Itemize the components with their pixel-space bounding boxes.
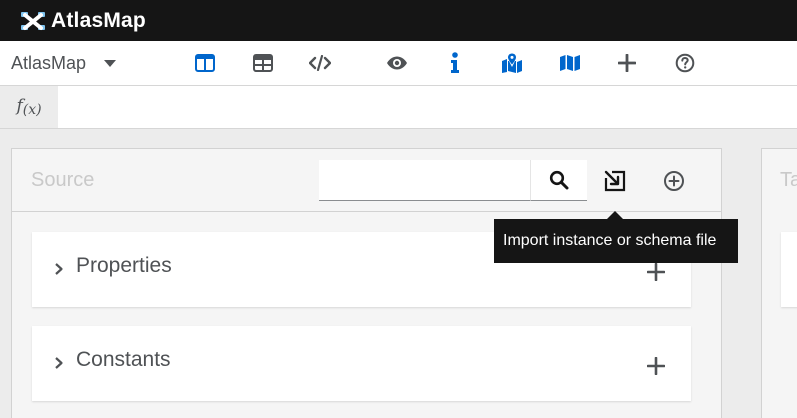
tooltip-arrow bbox=[607, 211, 623, 219]
columns-view-button[interactable] bbox=[192, 51, 218, 75]
import-tooltip: Import instance or schema file bbox=[494, 219, 738, 263]
info-icon bbox=[451, 52, 459, 73]
add-constant-button[interactable] bbox=[644, 354, 668, 378]
target-section[interactable] bbox=[781, 232, 797, 307]
map-marked-icon bbox=[502, 53, 522, 73]
function-icon: f(x) bbox=[16, 96, 41, 118]
target-panel-title: Ta bbox=[780, 169, 797, 191]
toolbar: AtlasMap bbox=[0, 41, 797, 86]
source-panel-title: Source bbox=[31, 169, 95, 191]
top-bar: AtlasMap bbox=[0, 0, 797, 41]
function-toggle-button[interactable]: f(x) bbox=[0, 86, 58, 128]
map-icon bbox=[560, 55, 580, 71]
import-file-icon bbox=[604, 170, 626, 192]
columns-icon bbox=[195, 54, 215, 72]
add-property-button[interactable] bbox=[644, 260, 668, 284]
chevron-right-icon bbox=[55, 357, 63, 369]
add-mapping-button[interactable] bbox=[614, 51, 640, 75]
brand: AtlasMap bbox=[19, 9, 146, 33]
search-icon bbox=[549, 170, 569, 190]
constants-section[interactable]: Constants bbox=[32, 326, 691, 401]
constants-label: Constants bbox=[76, 348, 171, 371]
table-icon bbox=[253, 54, 273, 72]
question-circle-icon bbox=[675, 53, 695, 73]
app-selector-label: AtlasMap bbox=[11, 52, 87, 73]
properties-label: Properties bbox=[76, 254, 172, 277]
import-schema-button[interactable] bbox=[600, 166, 630, 196]
code-view-button[interactable] bbox=[307, 51, 333, 75]
code-icon bbox=[309, 55, 331, 71]
eye-icon bbox=[387, 56, 407, 70]
info-button[interactable] bbox=[442, 51, 468, 75]
source-panel: Source Properties Constants bbox=[11, 148, 722, 418]
atlasmap-logo-icon bbox=[21, 11, 45, 30]
source-panel-header: Source bbox=[12, 149, 721, 212]
target-panel: Ta bbox=[761, 148, 797, 418]
add-source-button[interactable] bbox=[659, 166, 689, 196]
chevron-right-icon bbox=[55, 263, 63, 275]
plus-icon bbox=[647, 263, 665, 281]
table-view-button[interactable] bbox=[250, 51, 276, 75]
help-button[interactable] bbox=[672, 51, 698, 75]
source-search-input[interactable] bbox=[319, 160, 531, 201]
function-arg-label: (x) bbox=[22, 102, 42, 118]
transformation-bar: f(x) bbox=[0, 86, 797, 129]
mapped-fields-button[interactable] bbox=[499, 51, 525, 75]
preview-button[interactable] bbox=[384, 51, 410, 75]
caret-down-icon bbox=[104, 59, 117, 67]
source-search-button[interactable] bbox=[530, 160, 587, 201]
unmapped-fields-button[interactable] bbox=[557, 51, 583, 75]
brand-name: AtlasMap bbox=[51, 8, 146, 32]
plus-icon bbox=[647, 357, 665, 375]
plus-circle-icon bbox=[664, 171, 684, 191]
plus-icon bbox=[618, 54, 636, 72]
app-selector-dropdown[interactable]: AtlasMap bbox=[11, 41, 117, 85]
